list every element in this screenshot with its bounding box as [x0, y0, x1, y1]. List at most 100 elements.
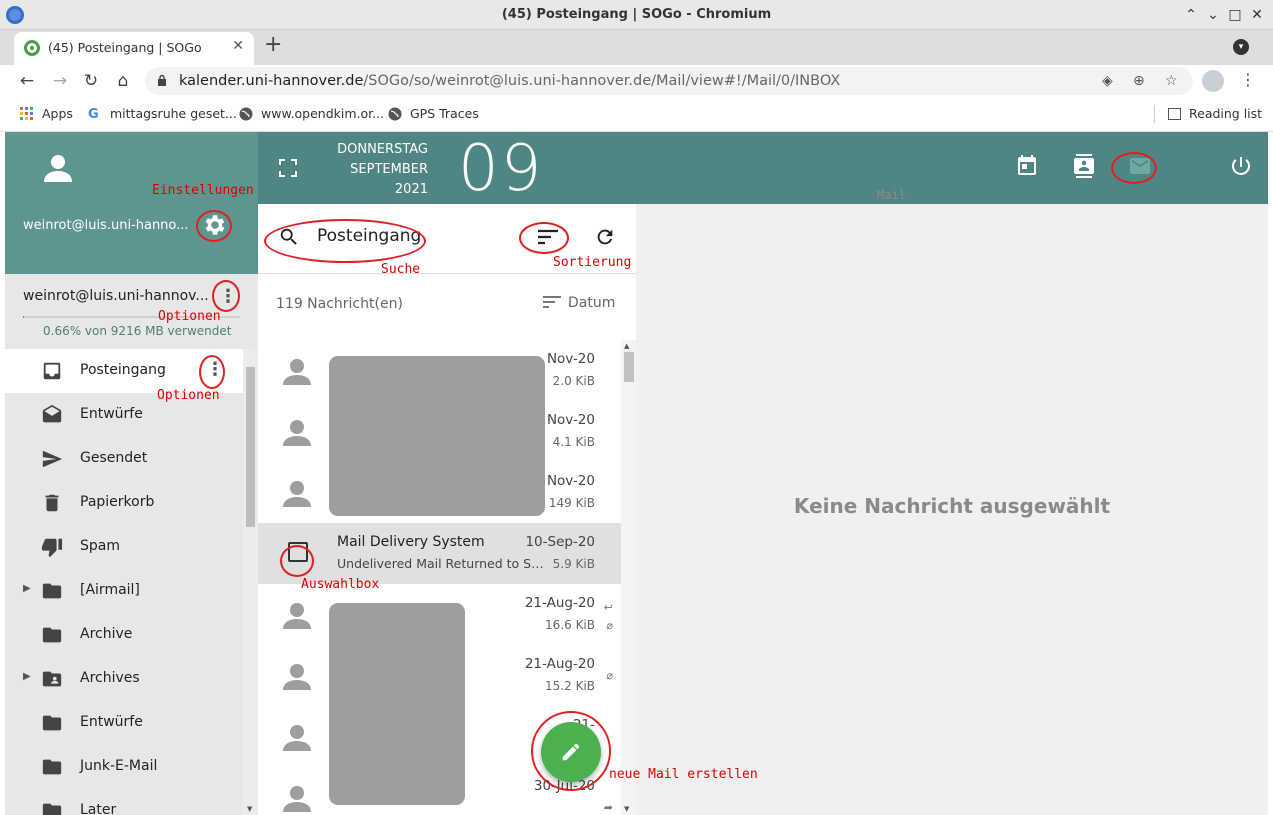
message-row-selected[interactable]: Mail Delivery System Undelivered Mail Re…: [258, 523, 621, 584]
attachment-icon: ⌀: [606, 619, 613, 632]
quota-fill: [23, 316, 25, 318]
address-bar[interactable]: kalender.uni-hannover.de/SOGo/so/weinrot…: [145, 67, 1193, 95]
annotation-settings: Einstellungen: [152, 183, 254, 198]
message-size: 16.6 KiB: [545, 618, 595, 632]
scroll-down-icon[interactable]: ▼: [247, 805, 252, 813]
message-list-scroll-thumb[interactable]: [624, 352, 634, 382]
month: SEPTEMBER: [350, 162, 428, 177]
bookmark-mittagsruhe[interactable]: Gmittagsruhe geset...: [88, 106, 237, 122]
bookmark-gps-traces[interactable]: GPS Traces: [388, 106, 479, 121]
folder-later[interactable]: Later: [5, 789, 243, 815]
apps-grid-icon: [20, 107, 33, 120]
reload-icon[interactable]: ↻: [80, 70, 102, 92]
forward-icon[interactable]: →: [49, 70, 71, 92]
folder-entwuerfe-2[interactable]: Entwürfe: [5, 701, 243, 745]
tab-posteingang[interactable]: (45) Posteingang | SOGo ✕: [14, 32, 254, 65]
message-checkbox[interactable]: [288, 542, 308, 562]
message-date: Nov-20: [546, 351, 595, 367]
folder-junk[interactable]: Junk-E-Mail: [5, 745, 243, 789]
reading-list-icon: [1168, 108, 1181, 120]
expand-arrow-icon[interactable]: ▶: [23, 583, 31, 594]
back-icon[interactable]: ←: [16, 70, 38, 92]
folder-archive[interactable]: Archive: [5, 613, 243, 657]
bookmark-opendkim[interactable]: www.opendkim.or...: [239, 106, 384, 121]
folder-label: Archive: [80, 626, 133, 642]
weekday: DONNERSTAG: [337, 142, 428, 157]
google-icon: G: [88, 107, 99, 122]
url-text: kalender.uni-hannover.de/SOGo/so/weinrot…: [179, 73, 841, 89]
message-size: 4.1 KiB: [552, 435, 595, 449]
window-shade-button[interactable]: ⌃: [1182, 6, 1200, 24]
folder-icon: [42, 583, 62, 599]
reading-list-button[interactable]: Reading list: [1168, 106, 1262, 121]
sogo-app: weinrot@luis.uni-hanno... weinrot@luis.u…: [5, 132, 1268, 815]
message-date: 21-Aug-20: [524, 656, 595, 672]
forward-icon: ➦: [603, 801, 613, 814]
folder-label: Junk-E-Mail: [80, 758, 158, 774]
folder-airmail[interactable]: ▶ [Airmail]: [5, 569, 243, 613]
annotation-sort: Sortierung: [553, 255, 632, 270]
window-close-button[interactable]: ✕: [1248, 6, 1266, 24]
message-date: 10-Sep-20: [525, 534, 595, 550]
install-icon[interactable]: ◈: [1102, 73, 1113, 89]
scroll-down-icon[interactable]: ▼: [624, 805, 629, 813]
sort-icon[interactable]: [537, 228, 559, 246]
compose-button[interactable]: [541, 722, 601, 782]
contacts-icon[interactable]: [1072, 154, 1096, 178]
year: 2021: [394, 182, 428, 197]
sort-by-date-button[interactable]: Datum: [542, 295, 615, 311]
folder-options-icon[interactable]: ⋮: [206, 359, 224, 380]
calendar-icon[interactable]: [1015, 154, 1039, 178]
folder-posteingang[interactable]: Posteingang ⋮: [5, 349, 243, 393]
sidebar-scrollbar[interactable]: ▼: [243, 349, 258, 815]
folder-icon: [42, 803, 62, 815]
attachment-icon: ⌀: [606, 669, 613, 682]
new-tab-button[interactable]: +: [264, 34, 282, 56]
globe-icon: [239, 107, 253, 121]
refresh-icon[interactable]: [594, 226, 616, 248]
account-options-icon[interactable]: ⋮: [219, 286, 237, 307]
tab-search-icon[interactable]: ▾: [1233, 39, 1249, 55]
lock-icon: [158, 74, 166, 86]
browser-menu-icon[interactable]: ⋮: [1240, 70, 1256, 89]
home-icon[interactable]: ⌂: [112, 70, 134, 92]
folder-spam[interactable]: Spam: [5, 525, 243, 569]
bookmark-star-icon[interactable]: ☆: [1165, 73, 1178, 89]
sidebar: weinrot@luis.uni-hanno... weinrot@luis.u…: [5, 132, 258, 815]
window-maximize-button[interactable]: □: [1226, 6, 1244, 24]
folder-papierkorb[interactable]: Papierkorb: [5, 481, 243, 525]
expand-arrow-icon[interactable]: ▶: [23, 671, 31, 682]
search-icon[interactable]: [278, 226, 300, 248]
mail-icon[interactable]: [1128, 154, 1152, 178]
sender-avatar-icon: [283, 786, 311, 812]
scroll-up-icon[interactable]: ▲: [624, 342, 629, 350]
folder-label: Papierkorb: [80, 494, 155, 510]
bookmark-apps[interactable]: Apps: [20, 106, 73, 121]
message-list-scrollbar[interactable]: ▲ ▼: [621, 340, 636, 815]
browser-toolbar: ← → ↻ ⌂ kalender.uni-hannover.de/SOGo/so…: [0, 65, 1273, 97]
send-icon: [42, 450, 63, 468]
drafts-icon: [42, 404, 62, 423]
trash-icon: [45, 494, 59, 512]
sidebar-scroll-thumb[interactable]: [246, 367, 255, 527]
inbox-icon: [43, 362, 61, 380]
profile-avatar[interactable]: [1202, 70, 1224, 92]
folder-label: Gesendet: [80, 450, 148, 466]
zoom-icon[interactable]: ⊕: [1133, 73, 1145, 89]
folder-icon: [42, 715, 62, 731]
folder-label: Spam: [80, 538, 120, 554]
fullscreen-icon[interactable]: [278, 158, 298, 178]
tab-close-icon[interactable]: ✕: [232, 38, 244, 54]
folder-archives[interactable]: ▶ Archives: [5, 657, 243, 701]
window-minimize-button[interactable]: ⌄: [1204, 6, 1222, 24]
message-count: 119 Nachricht(en): [276, 296, 403, 312]
thumb-down-icon: [41, 538, 63, 558]
folder-label: [Airmail]: [80, 582, 140, 598]
folder-gesendet[interactable]: Gesendet: [5, 437, 243, 481]
redaction-block: [329, 603, 465, 805]
message-date: Nov-20: [546, 473, 595, 489]
user-email: weinrot@luis.uni-hanno...: [23, 218, 189, 233]
gear-icon[interactable]: [202, 212, 228, 238]
logout-icon[interactable]: [1229, 154, 1253, 178]
annotation-search: Suche: [381, 262, 421, 277]
